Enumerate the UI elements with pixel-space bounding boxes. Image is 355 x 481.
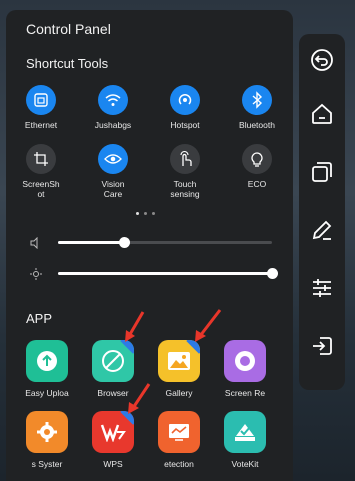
detection-icon xyxy=(158,411,200,453)
sun-icon xyxy=(30,267,42,285)
brightness-slider[interactable] xyxy=(58,268,278,279)
hotspot-icon xyxy=(170,85,200,115)
tool-label: Ethernet xyxy=(24,120,58,130)
app-label: VoteKit xyxy=(231,459,259,469)
recent-apps-icon[interactable] xyxy=(308,158,336,186)
page-dot xyxy=(136,212,139,215)
browser-icon xyxy=(92,340,134,382)
tool-ethernet[interactable]: Ethernet xyxy=(11,85,71,130)
home-icon[interactable] xyxy=(308,100,336,128)
annotation-arrow-wps xyxy=(128,383,151,414)
tool-eco[interactable]: ECO xyxy=(227,144,287,189)
brightness-slider-thumb[interactable] xyxy=(267,268,278,279)
page-dot xyxy=(152,212,155,215)
bulb-icon xyxy=(242,144,272,174)
page-indicator[interactable] xyxy=(136,212,155,215)
app-detection[interactable]: etection xyxy=(147,411,211,469)
app-label: Screen Re xyxy=(224,388,266,398)
panel-title: Control Panel xyxy=(26,21,111,37)
sliders-icon[interactable] xyxy=(308,274,336,302)
quick-sidebar xyxy=(299,34,345,390)
app-gallery[interactable]: Gallery xyxy=(147,340,211,398)
tool-label: ScreenSh ot xyxy=(22,179,60,199)
tool-touch-sensing[interactable]: Touch sensing xyxy=(155,144,215,199)
app-easy-upload[interactable]: Easy Uploa xyxy=(15,340,79,398)
app-heading: APP xyxy=(26,311,53,326)
tool-bluetooth[interactable]: Bluetooth xyxy=(227,85,287,130)
tool-label: Touch sensing xyxy=(170,179,200,199)
tool-screenshot[interactable]: ScreenSh ot xyxy=(11,144,71,199)
app-system-settings[interactable]: s Syster xyxy=(15,411,79,469)
input-source-icon[interactable] xyxy=(308,332,336,360)
screen-record-icon xyxy=(224,340,266,382)
settings-icon xyxy=(26,411,68,453)
wifi-icon xyxy=(98,85,128,115)
tool-label: Jushabgs xyxy=(94,120,132,130)
wps-icon xyxy=(92,411,134,453)
tool-vision-care[interactable]: Vision Care xyxy=(83,144,143,199)
upload-icon xyxy=(26,340,68,382)
back-icon[interactable] xyxy=(308,46,336,74)
annotation-arrow-gallery xyxy=(195,309,222,342)
app-label: etection xyxy=(164,459,194,469)
page-dot xyxy=(144,212,147,215)
tool-label: Bluetooth xyxy=(239,120,275,130)
app-votekit[interactable]: VoteKit xyxy=(213,411,277,469)
tool-wifi[interactable]: Jushabgs xyxy=(83,85,143,130)
gallery-icon xyxy=(158,340,200,382)
tool-label: ECO xyxy=(247,179,267,189)
speaker-icon xyxy=(30,236,42,254)
app-label: s Syster xyxy=(31,459,63,469)
app-wps[interactable]: WPS xyxy=(81,411,145,469)
volume-slider-fill xyxy=(58,241,125,244)
brightness-slider-fill xyxy=(58,272,272,275)
tool-label: Hotspot xyxy=(170,120,200,130)
app-screen-recorder[interactable]: Screen Re xyxy=(213,340,277,398)
screenshot-crop-icon xyxy=(26,144,56,174)
ethernet-icon xyxy=(26,85,56,115)
pen-icon[interactable] xyxy=(308,216,336,244)
bluetooth-icon xyxy=(242,85,272,115)
volume-slider-thumb[interactable] xyxy=(119,237,131,248)
votekit-icon xyxy=(224,411,266,453)
volume-slider[interactable] xyxy=(58,237,272,248)
app-label: WPS xyxy=(103,459,123,469)
tool-label: Vision Care xyxy=(101,179,125,199)
control-panel: Control Panel Shortcut Tools Ethernet Ju… xyxy=(6,10,293,481)
app-label: Gallery xyxy=(165,388,193,398)
tool-hotspot[interactable]: Hotspot xyxy=(155,85,215,130)
annotation-arrow-browser xyxy=(125,311,145,342)
eye-icon xyxy=(98,144,128,174)
shortcut-tools-heading: Shortcut Tools xyxy=(26,56,109,71)
app-label: Easy Uploa xyxy=(25,388,69,398)
touch-hand-icon xyxy=(170,144,200,174)
